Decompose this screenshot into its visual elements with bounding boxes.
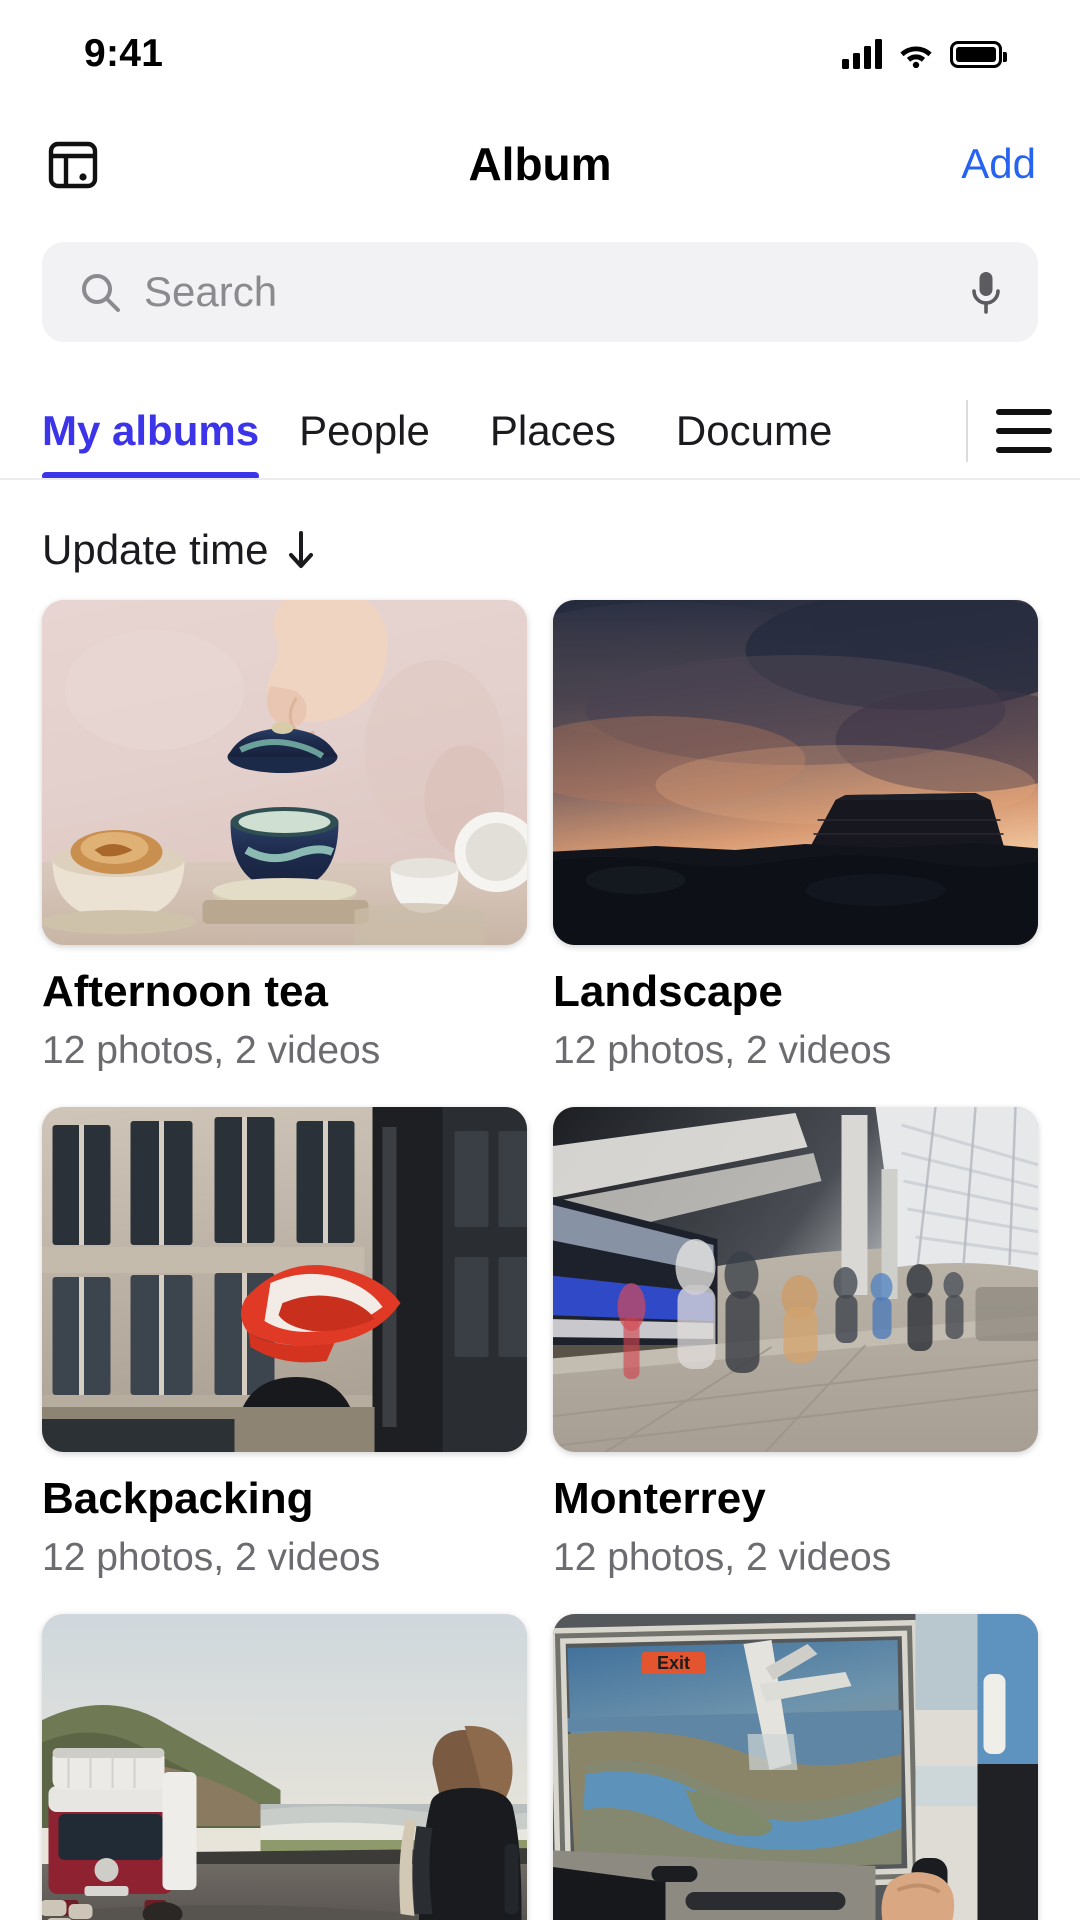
tab-bar: My albums People Places Docume bbox=[0, 384, 1080, 480]
album-title: Afternoon tea bbox=[42, 967, 328, 1016]
search-bar[interactable]: Search bbox=[42, 242, 1038, 342]
album-card[interactable]: Exit bbox=[553, 1614, 1038, 1920]
album-subtitle: 12 photos, 2 videos bbox=[42, 1029, 381, 1072]
album-subtitle: 12 photos, 2 videos bbox=[553, 1029, 892, 1072]
backpacking-thumbnail[interactable] bbox=[42, 1107, 527, 1452]
status-bar: 9:41 bbox=[0, 0, 1080, 108]
navigation-bar: Album Add bbox=[0, 108, 1080, 220]
page-title: Album bbox=[468, 138, 612, 190]
tab-label: My albums bbox=[42, 407, 260, 454]
battery-full-icon bbox=[950, 40, 1007, 68]
campervan-coast-thumbnail[interactable] bbox=[42, 1614, 527, 1920]
tab-label: People bbox=[299, 407, 430, 454]
album-subtitle: 12 photos, 2 videos bbox=[42, 1536, 381, 1579]
tabs-scroll-container[interactable]: My albums People Places Docume bbox=[0, 384, 966, 478]
search-icon bbox=[82, 274, 120, 312]
status-icons bbox=[842, 39, 1007, 69]
tab-places[interactable]: Places bbox=[490, 384, 650, 478]
hamburger-menu-icon[interactable] bbox=[968, 384, 1080, 478]
tab-documents[interactable]: Docume bbox=[676, 384, 851, 478]
album-card[interactable]: Monterrey 12 photos, 2 videos bbox=[553, 1107, 1038, 1580]
album-card[interactable]: Landscape 12 photos, 2 videos bbox=[553, 600, 1038, 1073]
tab-my-albums[interactable]: My albums bbox=[42, 384, 260, 478]
sidebar-layout-icon[interactable] bbox=[42, 133, 104, 195]
landscape-thumbnail[interactable] bbox=[553, 600, 1038, 945]
album-grid: Afternoon tea 12 photos, 2 videos Landsc… bbox=[0, 600, 1080, 1920]
afternoon-tea-thumbnail[interactable] bbox=[42, 600, 527, 945]
album-title: Backpacking bbox=[42, 1474, 314, 1523]
sort-label: Update time bbox=[42, 526, 269, 573]
cockpit-flight-thumbnail[interactable]: Exit bbox=[553, 1614, 1038, 1920]
tab-label: Docume bbox=[675, 407, 833, 454]
sort-control[interactable]: Update time bbox=[0, 480, 1080, 600]
svg-text:Exit: Exit bbox=[657, 1653, 690, 1673]
search-section: Search bbox=[0, 220, 1080, 342]
album-card[interactable]: Backpacking 12 photos, 2 videos bbox=[42, 1107, 527, 1580]
arrow-down-icon bbox=[289, 531, 314, 568]
wifi-icon bbox=[900, 46, 932, 68]
cellular-signal-icon bbox=[842, 39, 882, 69]
album-screen: 9:41 Album Add Search My albums People P… bbox=[0, 0, 1080, 1920]
tab-people[interactable]: People bbox=[299, 384, 464, 478]
microphone-icon[interactable] bbox=[966, 268, 1006, 316]
add-button[interactable]: Add bbox=[961, 140, 1036, 188]
album-card[interactable]: Afternoon tea 12 photos, 2 videos bbox=[42, 600, 527, 1073]
tab-label: Places bbox=[489, 407, 616, 454]
monterrey-thumbnail[interactable] bbox=[553, 1107, 1038, 1452]
album-title: Landscape bbox=[553, 967, 783, 1016]
album-card[interactable] bbox=[42, 1614, 527, 1920]
album-subtitle: 12 photos, 2 videos bbox=[553, 1536, 892, 1579]
search-input[interactable]: Search bbox=[144, 268, 944, 316]
album-title: Monterrey bbox=[553, 1474, 766, 1523]
status-time: 9:41 bbox=[84, 32, 164, 75]
